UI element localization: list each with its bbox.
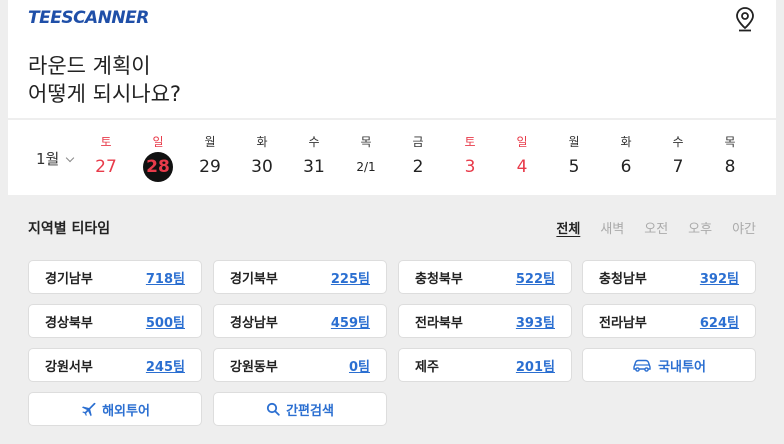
team-count-link[interactable]: 0팀 [349,356,370,375]
team-count-link[interactable]: 624팀 [700,312,739,331]
header: TEESCANNER 라운드 계획이 어떻게 되시나요? [8,0,776,118]
date-item[interactable]: 목 2/1 [346,132,386,182]
date-number: 27 [95,157,117,177]
region-name: 강원서부 [45,359,93,375]
quick-search-button[interactable]: 간편검색 [213,392,387,426]
region-button[interactable]: 경기남부 718팀 [28,260,202,294]
page-headline: 라운드 계획이 어떻게 되시나요? [28,52,181,108]
day-of-week: 목 [724,135,736,149]
headline-line-2: 어떻게 되시나요? [28,82,182,106]
region-name: 경기남부 [45,271,93,287]
domestic-tour-label: 국내투어 [658,359,706,375]
date-number: 28 [143,152,173,182]
car-icon [633,359,651,372]
team-count-link[interactable]: 500팀 [146,312,185,331]
region-name: 경상남부 [230,315,278,331]
overseas-tour-button[interactable]: 해외투어 [28,392,202,426]
quick-search-label: 간편검색 [286,403,334,419]
region-name: 전라북부 [415,315,463,331]
day-of-week: 금 [412,135,424,149]
day-of-week: 수 [308,135,320,149]
region-button[interactable]: 전라북부 393팀 [398,304,572,338]
day-of-week: 목 [360,135,372,149]
date-item[interactable]: 화 30 [242,132,282,182]
team-count-link[interactable]: 225팀 [331,268,370,287]
date-number: 31 [303,157,325,177]
day-of-week: 토 [464,135,476,149]
date-selector: 1월 토 27 일 28 월 29 화 30 수 31 목 2/1 금 2 토 3 일 4 월 5 화 6 수 7 목 8 [8,120,776,195]
app-logo: TEESCANNER [28,8,149,28]
date-item[interactable]: 월5 [554,132,594,182]
airplane-icon [82,402,96,417]
date-item[interactable]: 토 27 [86,132,126,182]
region-name: 제주 [415,359,439,375]
team-count-link[interactable]: 392팀 [700,268,739,287]
region-button[interactable]: 경상남부 459팀 [213,304,387,338]
region-button[interactable]: 전라남부 624팀 [582,304,756,338]
date-item[interactable]: 수 31 [294,132,334,182]
date-item[interactable]: 토3 [450,132,490,182]
region-name: 경상북부 [45,315,93,331]
day-of-week: 화 [620,135,632,149]
date-number: 29 [199,157,221,177]
day-of-week: 일 [516,135,528,149]
filter-morning[interactable]: 오전 [644,218,668,237]
date-item[interactable]: 화6 [606,132,646,182]
team-count-link[interactable]: 393팀 [516,312,555,331]
headline-line-1: 라운드 계획이 [28,54,151,78]
date-number: 3 [464,157,476,177]
region-name: 충청남부 [599,271,647,287]
date-item[interactable]: 일4 [502,132,542,182]
region-name: 강원동부 [230,359,278,375]
filter-dawn[interactable]: 새벽 [600,218,624,237]
team-count-link[interactable]: 459팀 [331,312,370,331]
date-number: 7 [672,157,684,177]
region-name: 충청북부 [415,271,463,287]
domestic-tour-button[interactable]: 국내투어 [582,348,756,382]
overseas-tour-label: 해외투어 [102,403,150,419]
date-item[interactable]: 일 28 [138,132,178,182]
day-of-week: 수 [672,135,684,149]
day-of-week: 화 [256,135,268,149]
date-number: 5 [568,157,580,177]
region-button[interactable]: 충청남부 392팀 [582,260,756,294]
month-dropdown[interactable]: 1월 [36,148,75,169]
date-item[interactable]: 목8 [710,132,750,182]
region-button[interactable]: 강원동부 0팀 [213,348,387,382]
date-number: 30 [251,157,273,177]
section-title: 지역별 티타임 [28,221,111,237]
region-button[interactable]: 강원서부 245팀 [28,348,202,382]
day-of-week: 토 [100,135,112,149]
date-number: 6 [620,157,632,177]
day-of-week: 월 [568,135,580,149]
day-of-week: 월 [204,135,216,149]
region-button[interactable]: 충청북부 522팀 [398,260,572,294]
team-count-link[interactable]: 201팀 [516,356,555,375]
location-pin-icon[interactable] [734,6,756,32]
region-button[interactable]: 경기북부 225팀 [213,260,387,294]
team-count-link[interactable]: 718팀 [146,268,185,287]
month-label: 1월 [36,150,60,168]
team-count-link[interactable]: 245팀 [146,356,185,375]
region-name: 전라남부 [599,315,647,331]
region-button[interactable]: 제주 201팀 [398,348,572,382]
date-number: 2 [412,157,424,177]
region-button[interactable]: 경상북부 500팀 [28,304,202,338]
chevron-down-icon [66,153,75,163]
date-item[interactable]: 금2 [398,132,438,182]
search-icon [266,402,280,416]
day-of-week: 일 [152,135,164,149]
date-item[interactable]: 월 29 [190,132,230,182]
date-number: 2/1 [356,160,376,174]
filter-afternoon[interactable]: 오후 [688,218,712,237]
filter-all[interactable]: 전체 [556,218,580,237]
team-count-link[interactable]: 522팀 [516,268,555,287]
date-number: 4 [516,157,528,177]
region-name: 경기북부 [230,271,278,287]
filter-night[interactable]: 야간 [732,218,756,237]
date-number: 8 [724,157,736,177]
date-item[interactable]: 수7 [658,132,698,182]
time-filter: 전체 새벽 오전 오후 야간 [536,218,756,237]
